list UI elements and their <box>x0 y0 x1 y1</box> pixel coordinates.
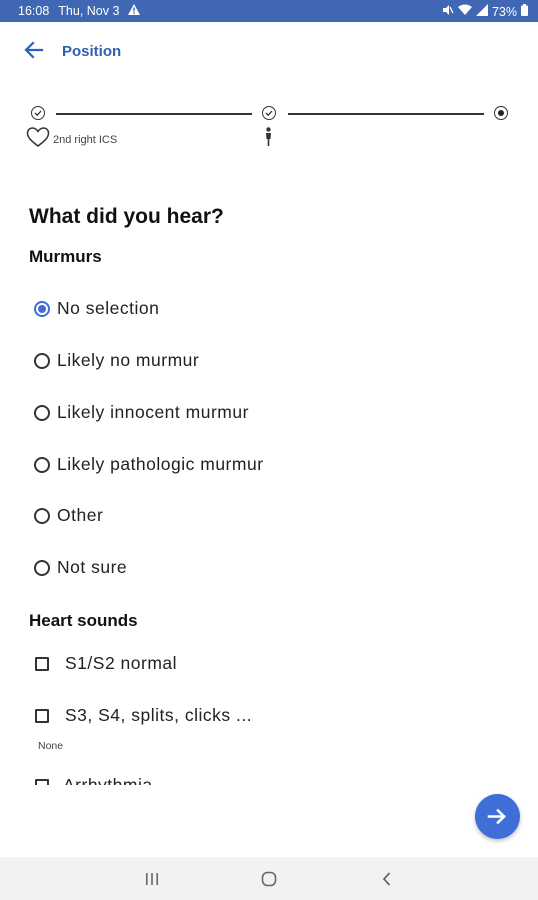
radio-label: Not sure <box>57 557 128 577</box>
radio-option-likely-no-murmur[interactable]: Likely no murmur <box>34 350 199 371</box>
warning-icon <box>128 4 141 18</box>
wifi-icon <box>457 4 472 19</box>
battery-icon <box>521 4 528 19</box>
checkbox-empty-icon[interactable] <box>35 778 49 785</box>
home-button[interactable] <box>259 869 279 889</box>
home-icon <box>261 871 277 887</box>
page-title: Position <box>62 43 122 60</box>
question-title: What did you hear? <box>29 205 224 228</box>
heart-icon <box>26 127 50 153</box>
back-nav-button[interactable] <box>377 869 397 889</box>
heart-sounds-heading: Heart sounds <box>29 611 138 630</box>
radio-label: Likely pathologic murmur <box>57 454 264 474</box>
recent-apps-button[interactable] <box>142 869 162 889</box>
radio-option-other[interactable]: Other <box>34 505 103 526</box>
checkbox-empty-icon[interactable] <box>35 708 49 723</box>
radio-option-not-sure[interactable]: Not sure <box>34 557 127 578</box>
scroll-cutoff-row: Arrhythmia <box>0 775 538 785</box>
status-left: 16:08 Thu, Nov 3 <box>18 4 141 18</box>
step-connector-2 <box>288 113 484 115</box>
radio-label: Likely innocent murmur <box>57 402 249 422</box>
mute-icon <box>442 4 454 19</box>
system-nav-bar <box>0 857 538 900</box>
radio-empty-icon[interactable] <box>34 559 50 576</box>
next-button[interactable] <box>475 794 520 839</box>
radio-empty-icon[interactable] <box>34 404 50 421</box>
radio-selected-icon[interactable] <box>34 300 50 317</box>
arrow-left-icon <box>24 41 44 59</box>
radio-option-likely-pathologic-murmur[interactable]: Likely pathologic murmur <box>34 454 264 475</box>
chevron-left-icon <box>382 872 391 886</box>
murmurs-heading: Murmurs <box>29 247 102 266</box>
arrow-right-icon <box>487 808 506 825</box>
radio-empty-icon[interactable] <box>34 507 50 524</box>
radio-empty-icon[interactable] <box>34 456 50 473</box>
signal-icon <box>475 4 488 19</box>
battery-percent: 73% <box>491 4 517 19</box>
person-icon <box>264 127 273 152</box>
radio-option-no-selection[interactable]: No selection <box>34 298 159 319</box>
step-2-check-circle-icon[interactable] <box>262 106 276 120</box>
checkbox-option-s3-s4-splits-clicks[interactable]: S3, S4, splits, clicks ... <box>35 705 252 726</box>
checkbox-label: Arrhythmia <box>63 775 153 785</box>
status-date: Thu, Nov 3 <box>58 4 120 18</box>
checkbox-label: S1/S2 normal <box>65 653 178 673</box>
step-connector-1 <box>56 113 252 115</box>
radio-option-likely-innocent-murmur[interactable]: Likely innocent murmur <box>34 402 249 423</box>
radio-empty-icon[interactable] <box>34 352 50 369</box>
radio-label: Likely no murmur <box>57 350 200 370</box>
step-1-label: 2nd right ICS <box>53 134 118 146</box>
app-bar: Position <box>0 22 538 80</box>
checkbox-empty-icon[interactable] <box>35 656 49 671</box>
step-3-radio-circle-icon[interactable] <box>494 106 508 120</box>
checkbox-label: S3, S4, splits, clicks ... <box>65 705 253 725</box>
recent-apps-icon <box>146 873 158 885</box>
radio-label: No selection <box>57 298 160 318</box>
status-time: 16:08 <box>18 4 50 18</box>
option-note: None <box>38 740 64 752</box>
status-bar: 16:08 Thu, Nov 3 73% <box>0 0 538 22</box>
status-right: 73% <box>442 4 528 19</box>
checkbox-option-s1-s2-normal[interactable]: S1/S2 normal <box>35 653 177 674</box>
back-button[interactable] <box>22 38 48 64</box>
radio-label: Other <box>57 505 104 525</box>
step-1-check-circle-icon[interactable] <box>31 106 45 120</box>
checkbox-option-partial[interactable]: Arrhythmia <box>35 775 153 785</box>
